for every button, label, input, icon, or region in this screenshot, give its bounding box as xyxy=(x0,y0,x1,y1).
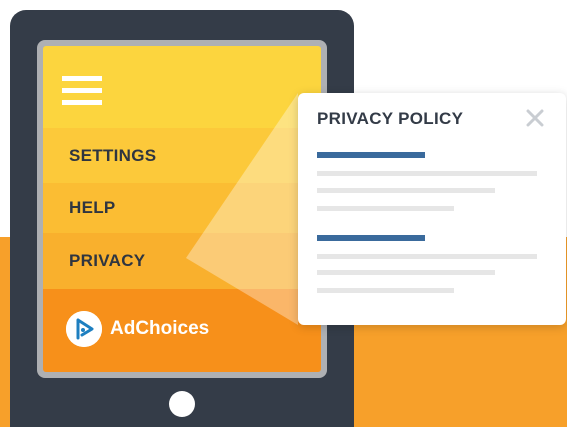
menu-item-adchoices[interactable]: AdChoices xyxy=(43,289,321,372)
policy-text-placeholder xyxy=(317,188,495,193)
menu-item-help[interactable]: HELP xyxy=(43,183,321,233)
adchoices-label: AdChoices xyxy=(110,318,210,339)
policy-heading-placeholder xyxy=(317,235,425,241)
privacy-policy-popup: PRIVACY POLICY xyxy=(298,93,566,325)
policy-text-placeholder xyxy=(317,171,537,176)
menu-item-label: HELP xyxy=(69,198,116,217)
home-button[interactable] xyxy=(169,391,195,417)
policy-text-placeholder xyxy=(317,206,454,211)
policy-text-placeholder xyxy=(317,254,537,259)
menu-item-settings[interactable]: SETTINGS xyxy=(43,128,321,183)
close-icon[interactable] xyxy=(526,109,544,127)
adchoices-play-icon xyxy=(66,311,102,347)
policy-text-placeholder xyxy=(317,270,495,275)
screen-bezel: SETTINGS HELP PRIVACY AdChoices xyxy=(37,40,327,378)
tablet-screen: SETTINGS HELP PRIVACY AdChoices xyxy=(43,46,321,372)
policy-heading-placeholder xyxy=(317,152,425,158)
menu-item-label: SETTINGS xyxy=(69,145,157,165)
menu-item-privacy[interactable]: PRIVACY xyxy=(43,233,321,289)
menu-item-label: PRIVACY xyxy=(69,251,146,270)
popup-title: PRIVACY POLICY xyxy=(317,109,464,128)
menu-header xyxy=(43,46,321,128)
hamburger-menu-icon[interactable] xyxy=(62,76,102,106)
policy-text-placeholder xyxy=(317,288,454,293)
